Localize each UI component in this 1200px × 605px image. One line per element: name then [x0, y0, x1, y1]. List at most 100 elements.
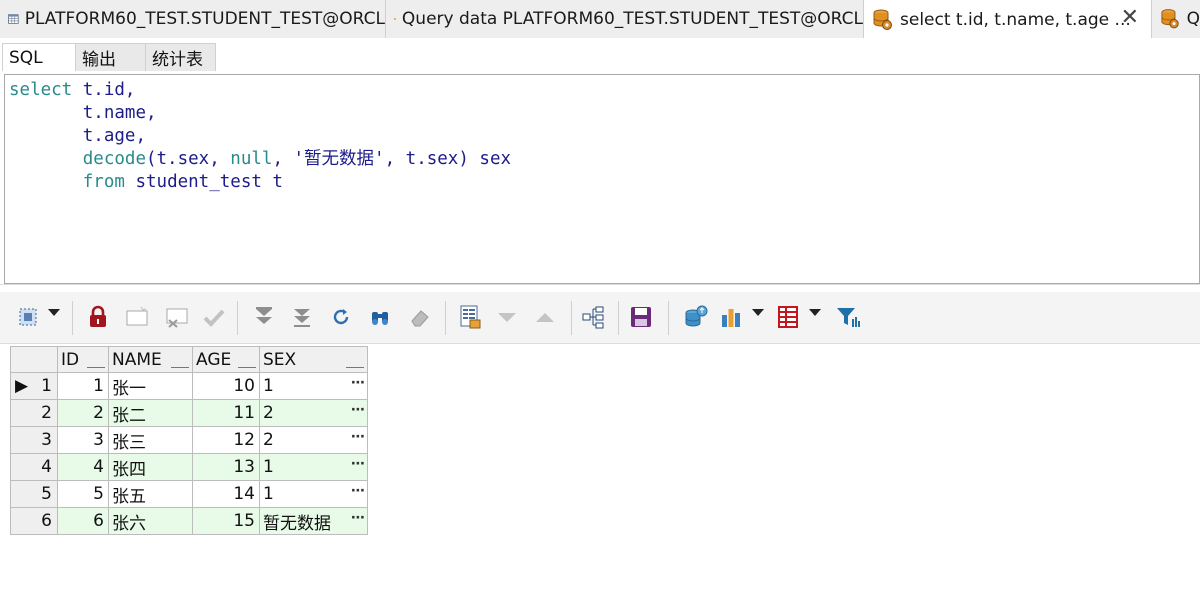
export-data-icon[interactable] [682, 303, 710, 331]
column-header-name[interactable]: NAME [109, 346, 193, 373]
cell-text: 3 [41, 430, 52, 450]
fetch-last-icon[interactable] [288, 303, 316, 331]
function-decode: decode [82, 149, 146, 169]
cell-id[interactable]: 6 [58, 508, 109, 535]
column-header-id[interactable]: ID [58, 346, 109, 373]
cell-id[interactable]: 1 [58, 373, 109, 400]
cell-edit-ellipsis-button[interactable]: ⋯ [351, 402, 365, 418]
row-number[interactable]: 3 [10, 427, 58, 454]
cell-text: 1 [41, 376, 52, 396]
cell-edit-ellipsis-button[interactable]: ⋯ [351, 483, 365, 499]
cell-text: 1 [263, 457, 274, 477]
doc-tab-select-query[interactable]: select t.id, t.name, t.age ... ✕ [864, 0, 1152, 39]
splitter[interactable] [0, 284, 1200, 292]
cell-text: 10 [233, 376, 255, 396]
chevron-down-icon[interactable] [809, 309, 821, 316]
next-record-icon[interactable] [493, 303, 521, 331]
cell-text: 1 [263, 376, 274, 396]
row-number[interactable]: 4 [10, 454, 58, 481]
sort-indicator [238, 367, 256, 368]
grid-options-icon[interactable] [774, 303, 802, 331]
tab-sql[interactable]: SQL [2, 43, 76, 71]
doc-tab-overflow[interactable]: Q [1152, 0, 1200, 38]
explain-plan-icon[interactable] [579, 303, 607, 331]
select-mode-icon[interactable] [14, 303, 42, 331]
close-icon[interactable]: ✕ [1121, 5, 1139, 30]
cell-age[interactable]: 14 [193, 481, 260, 508]
cell-text: 1 [93, 376, 104, 396]
cell-id[interactable]: 4 [58, 454, 109, 481]
column-header-age[interactable]: AGE [193, 346, 260, 373]
row-number[interactable]: 6 [10, 508, 58, 535]
database-query-icon [394, 18, 396, 20]
toolbar-separator [618, 301, 619, 335]
cell-name[interactable]: 张三 [109, 427, 193, 454]
code-text: t.name, [82, 103, 157, 123]
chevron-down-icon[interactable] [752, 309, 764, 316]
doc-tab-table[interactable]: PLATFORM60_TEST.STUDENT_TEST@ORCL [0, 0, 386, 38]
cell-id[interactable]: 5 [58, 481, 109, 508]
sort-indicator [346, 367, 364, 368]
cell-name[interactable]: 张五 [109, 481, 193, 508]
chevron-down-icon[interactable] [48, 309, 60, 316]
cell-sex[interactable]: 2 ⋯ [260, 400, 368, 427]
record-view-icon[interactable] [456, 303, 484, 331]
cell-edit-ellipsis-button[interactable]: ⋯ [351, 429, 365, 445]
cell-age[interactable]: 11 [193, 400, 260, 427]
cell-age[interactable]: 15 [193, 508, 260, 535]
code-text: (t.sex, [145, 149, 231, 169]
cell-edit-ellipsis-button[interactable]: ⋯ [351, 456, 365, 472]
bar-chart-icon[interactable] [717, 303, 745, 331]
filter-icon[interactable] [834, 303, 862, 331]
cell-sex[interactable]: 2 ⋯ [260, 427, 368, 454]
eraser-icon[interactable] [406, 303, 434, 331]
lock-icon[interactable] [84, 303, 112, 331]
cell-age[interactable]: 10 [193, 373, 260, 400]
cell-id[interactable]: 2 [58, 400, 109, 427]
tab-output[interactable]: 输出 [75, 43, 146, 71]
editor-sub-tabs: SQL 输出 统计表 [0, 38, 1200, 74]
cell-text: 4 [93, 457, 104, 477]
row-number[interactable]: 1 ▶ [10, 373, 58, 400]
doc-tab-label: Q [1186, 9, 1200, 29]
doc-tab-label: select t.id, t.name, t.age ... [900, 9, 1131, 30]
save-icon[interactable] [627, 303, 655, 331]
toolbar-separator [571, 301, 572, 335]
cell-text: 4 [41, 457, 52, 477]
row-number[interactable]: 2 [10, 400, 58, 427]
column-header-sex[interactable]: SEX [260, 346, 368, 373]
cell-sex[interactable]: 1 ⋯ [260, 454, 368, 481]
cell-name[interactable]: 张四 [109, 454, 193, 481]
cell-edit-ellipsis-button[interactable]: ⋯ [351, 510, 365, 526]
cell-text: 张四 [112, 459, 146, 480]
cell-age[interactable]: 13 [193, 454, 260, 481]
fetch-next-icon[interactable] [250, 303, 278, 331]
tab-statistics[interactable]: 统计表 [145, 43, 216, 71]
cell-name[interactable]: 张六 [109, 508, 193, 535]
cell-sex[interactable]: 1 ⋯ [260, 373, 368, 400]
insert-record-icon[interactable] [124, 303, 152, 331]
database-query-icon [1161, 9, 1179, 29]
cell-edit-ellipsis-button[interactable]: ⋯ [351, 375, 365, 391]
cell-age[interactable]: 12 [193, 427, 260, 454]
delete-record-icon[interactable] [164, 303, 192, 331]
cell-sex[interactable]: 暂无数据 ⋯ [260, 508, 368, 535]
cell-id[interactable]: 3 [58, 427, 109, 454]
toolbar-separator [668, 301, 669, 335]
binoculars-icon[interactable] [366, 303, 394, 331]
cell-name[interactable]: 张二 [109, 400, 193, 427]
cell-name[interactable]: 张一 [109, 373, 193, 400]
refresh-icon[interactable] [327, 303, 355, 331]
sql-editor[interactable]: select t.id, t.name, t.age, decode(t.sex… [4, 74, 1200, 284]
table-grid-icon [8, 14, 19, 24]
string-literal: '暂无数据' [293, 149, 385, 169]
doc-tab-query-data[interactable]: Query data PLATFORM60_TEST.STUDENT_TEST@… [386, 0, 864, 38]
previous-record-icon[interactable] [531, 303, 559, 331]
database-query-icon [873, 9, 892, 30]
row-number[interactable]: 5 [10, 481, 58, 508]
cell-sex[interactable]: 1 ⋯ [260, 481, 368, 508]
sort-indicator [87, 367, 105, 368]
check-icon[interactable] [200, 303, 228, 331]
